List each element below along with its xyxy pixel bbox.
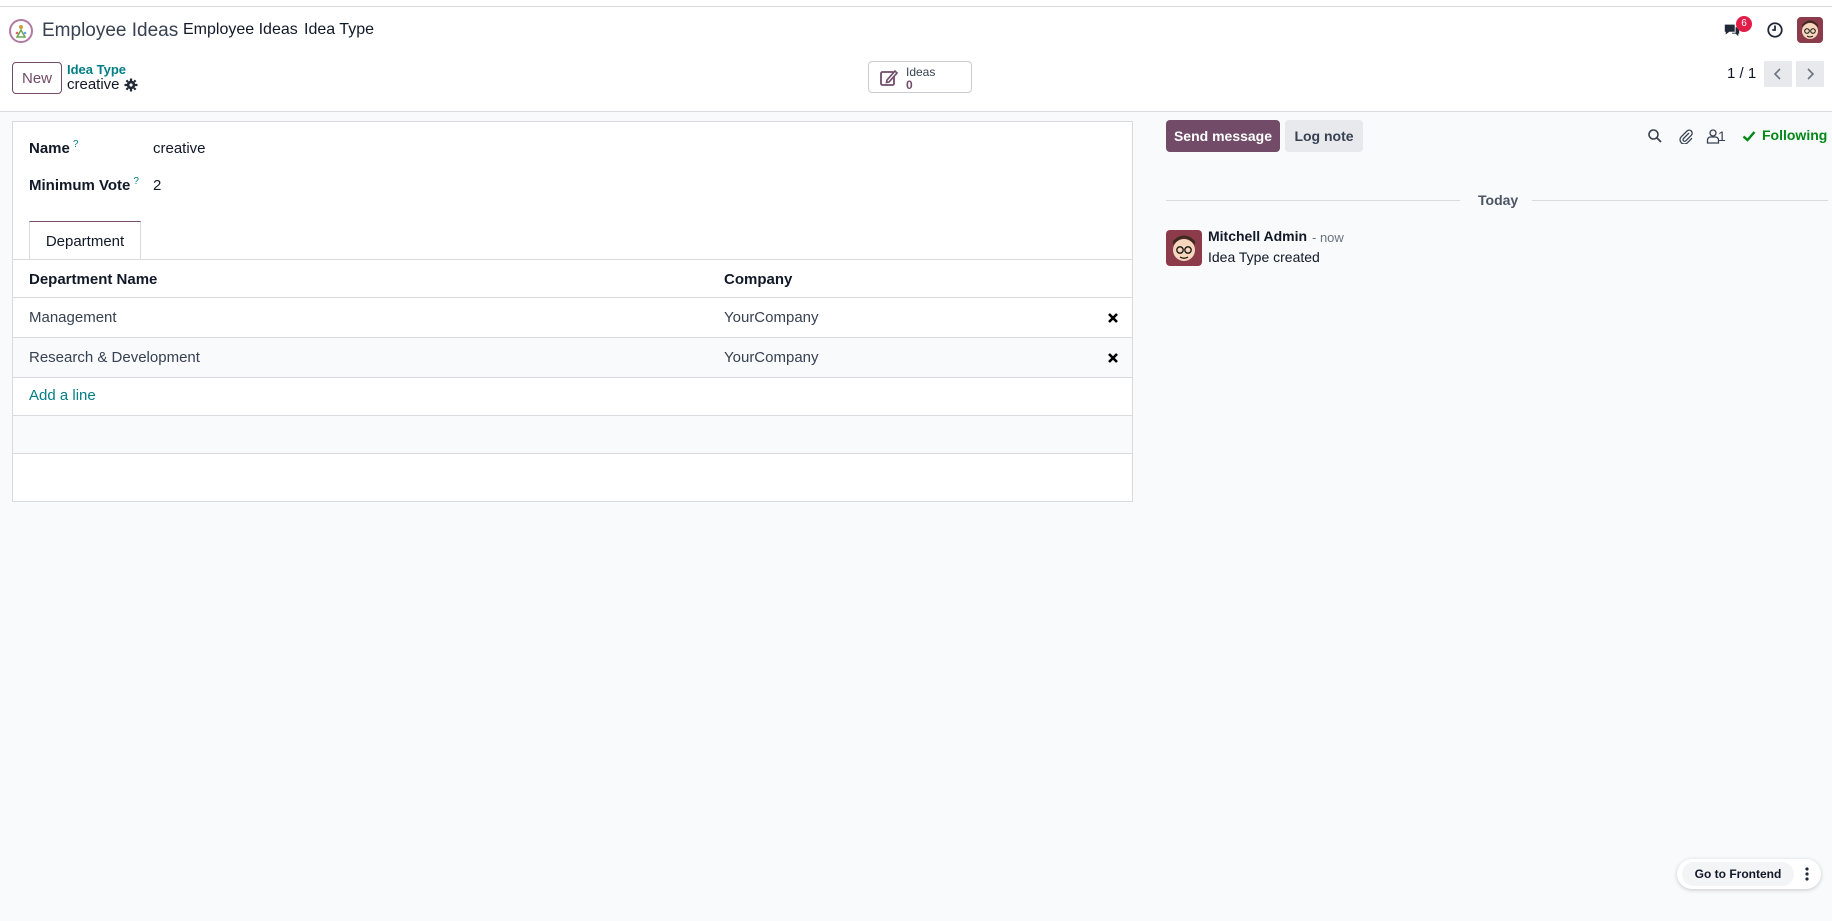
tab-department[interactable]: Department [29,221,141,260]
avatar[interactable] [1166,230,1202,266]
help-icon[interactable]: ? [73,139,79,150]
column-header-department-name[interactable]: Department Name [29,271,157,288]
breadcrumb-current: creative [67,76,120,93]
department-name-cell[interactable]: Management [29,309,117,326]
top-strip [0,0,1832,7]
message-time: - now [1312,230,1344,245]
help-icon[interactable]: ? [133,176,139,187]
menu-idea-type[interactable]: Idea Type [304,21,374,39]
log-note-button[interactable]: Log note [1285,120,1363,152]
field-label-minimum-vote: Minimum Vote? [29,176,139,194]
divider [13,377,1132,378]
new-button[interactable]: New [12,62,62,94]
date-separator: Today [1478,192,1519,208]
more-options-icon[interactable] [1799,865,1815,883]
following-button[interactable]: Following [1762,127,1827,143]
check-icon [1742,129,1756,143]
user-avatar[interactable] [1797,17,1823,43]
ideas-count: 0 [906,78,913,92]
control-panel: New Idea Type creative Ideas 0 1 / 1 [0,53,1832,112]
app-logo-icon[interactable] [9,19,33,43]
divider [1532,200,1828,201]
frontend-toolbar: Go to Frontend [1677,859,1821,889]
message-body: Idea Type created [1208,249,1320,265]
messages-badge: 6 [1736,16,1752,32]
gear-icon[interactable] [124,78,138,92]
company-cell[interactable]: YourCompany [724,309,819,326]
company-cell[interactable]: YourCompany [724,349,819,366]
divider [13,453,1132,454]
app-name[interactable]: Employee Ideas [42,20,178,42]
ideas-smart-button[interactable]: Ideas 0 [868,61,972,93]
table-row[interactable]: Management YourCompany [13,298,1132,337]
go-to-frontend-button[interactable]: Go to Frontend [1682,862,1794,886]
breadcrumb-parent[interactable]: Idea Type [67,62,126,77]
add-line-link[interactable]: Add a line [29,387,96,404]
message-author[interactable]: Mitchell Admin [1208,228,1307,244]
ideas-label: Ideas [906,65,936,79]
search-icon[interactable] [1647,128,1663,144]
delete-row-icon[interactable] [1106,351,1120,365]
column-header-company[interactable]: Company [724,271,792,288]
minimum-vote-field[interactable]: 2 [153,177,161,194]
menu-employee-ideas[interactable]: Employee Ideas [183,21,298,39]
navbar: Employee Ideas Employee Ideas Idea Type … [0,7,1832,53]
divider [1166,200,1460,201]
name-field[interactable]: creative [153,140,206,157]
paperclip-icon[interactable] [1678,128,1694,145]
followers-count[interactable]: 1 [1718,128,1726,144]
tab-divider [13,259,1132,260]
pager-next-button[interactable] [1796,61,1824,87]
field-label-name: Name? [29,139,79,157]
send-message-button[interactable]: Send message [1166,120,1280,152]
table-row[interactable]: Research & Development YourCompany [13,338,1132,377]
department-name-cell[interactable]: Research & Development [29,349,200,366]
clock-icon[interactable] [1764,19,1786,41]
pager-previous-button[interactable] [1764,61,1792,87]
pager-value[interactable]: 1 / 1 [1727,65,1756,82]
empty-row [13,416,1132,453]
form-sheet: Name? creative Minimum Vote? 2 Departmen… [12,121,1133,502]
edit-icon [879,68,899,88]
delete-row-icon[interactable] [1106,311,1120,325]
